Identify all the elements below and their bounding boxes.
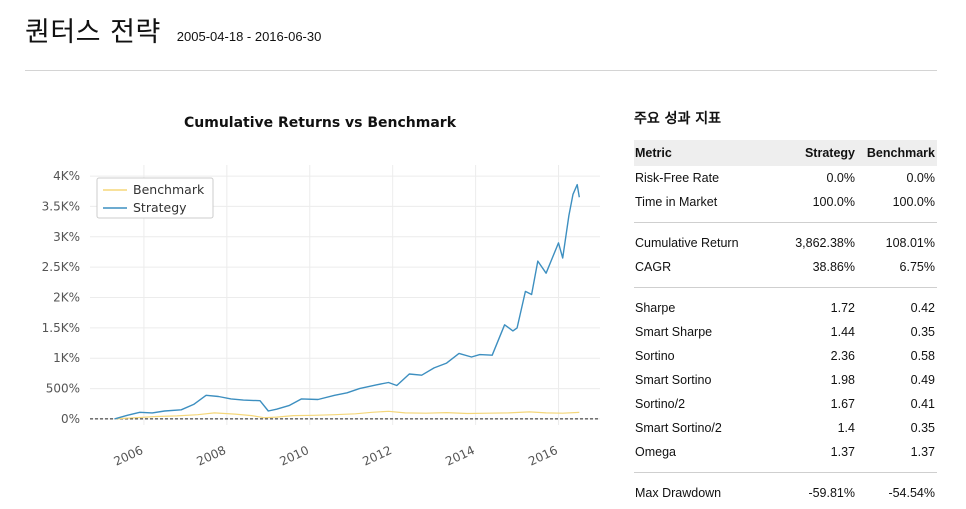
metric-row: Omega 1.37 1.37 [634, 440, 937, 464]
strategy-value: 3,862.38% [795, 236, 855, 250]
benchmark-value: 0.49 [910, 373, 935, 387]
strategy-column-header: Strategy [804, 146, 855, 160]
metric-name: Sortino/2 [635, 397, 686, 411]
legend-label: Benchmark [133, 182, 205, 197]
metrics-group-divider [634, 464, 937, 473]
metric-name: CAGR [635, 260, 672, 274]
strategy-value: 1.67 [830, 397, 855, 411]
y-tick-label: 2K% [53, 291, 80, 305]
y-tick-label: 0% [61, 412, 80, 426]
benchmark-value: 0.41 [910, 397, 935, 411]
metric-name: Omega [635, 445, 676, 459]
benchmark-column-header: Benchmark [866, 146, 935, 160]
header-divider [25, 70, 937, 71]
metric-row: Sortino 2.36 0.58 [634, 344, 937, 368]
strategy-value: 1.98 [830, 373, 855, 387]
strategy-value: 1.4 [837, 421, 855, 435]
strategy-value: 0.0% [826, 171, 856, 185]
metric-name: Smart Sortino/2 [635, 421, 722, 435]
metric-row: Smart Sortino/2 1.4 0.35 [634, 416, 937, 440]
strategy-value: -59.81% [808, 486, 855, 500]
strategy-value: 38.86% [812, 260, 855, 274]
metric-name: Smart Sortino [635, 373, 712, 387]
strategy-value: 1.37 [830, 445, 855, 459]
metric-name: Risk-Free Rate [635, 171, 720, 185]
metric-row: Smart Sharpe 1.44 0.35 [634, 320, 937, 344]
x-tick-label: 2006 [112, 443, 146, 469]
metrics-panel: 주요 성과 지표 Metric Strategy Benchmark Risk-… [634, 108, 937, 505]
x-tick-label: 2010 [277, 443, 311, 469]
benchmark-value: 1.37 [910, 445, 935, 459]
report-header: 퀀터스 전략 2005-04-18 - 2016-06-30 [25, 10, 321, 50]
metrics-table-body: Risk-Free Rate 0.0% 0.0% Time in Market 100.… [634, 166, 937, 505]
strategy-value: 100.0% [812, 195, 855, 209]
y-tick-label: 3K% [53, 230, 80, 244]
metric-row: Cumulative Return 3,862.38% 108.01% [634, 231, 937, 255]
benchmark-value: 0.42 [910, 301, 935, 315]
y-tick-label: 2.5K% [42, 260, 80, 274]
benchmark-value: 6.75% [899, 260, 935, 274]
series-line-benchmark [114, 410, 580, 420]
strategy-value: 1.72 [830, 301, 855, 315]
metric-row: Max Drawdown -59.81% -54.54% [634, 481, 937, 505]
y-tick-label: 500% [46, 382, 80, 396]
benchmark-value: 108.01% [885, 236, 935, 250]
benchmark-value: 0.58 [910, 349, 935, 363]
metrics-group-divider [634, 214, 937, 223]
series-line-strategy [114, 183, 580, 420]
metric-name: Sortino [635, 349, 675, 363]
metric-name: Smart Sharpe [635, 325, 713, 339]
metric-column-header: Metric [635, 146, 672, 160]
benchmark-value: 0.35 [910, 325, 935, 339]
y-tick-label: 1K% [53, 351, 80, 365]
benchmark-value: 0.0% [906, 171, 936, 185]
x-tick-label: 2014 [443, 443, 477, 469]
metric-name: Time in Market [635, 195, 718, 209]
page-title: 퀀터스 전략 [25, 17, 161, 48]
chart-svg: Cumulative Returns vs Benchmark 0% 500% 1K… [42, 115, 600, 469]
metric-row: CAGR 38.86% 6.75% [634, 255, 937, 279]
metric-row: Smart Sortino 1.98 0.49 [634, 368, 937, 392]
legend-label: Strategy [133, 200, 187, 215]
strategy-value: 1.44 [830, 325, 855, 339]
benchmark-value: -54.54% [888, 486, 935, 500]
chart-title: Cumulative Returns vs Benchmark [184, 115, 457, 131]
benchmark-value: 100.0% [892, 195, 935, 209]
metric-name: Cumulative Return [635, 236, 739, 250]
metric-name: Sharpe [635, 301, 676, 315]
x-tick-label: 2016 [526, 443, 560, 469]
x-tick-label: 2008 [194, 443, 228, 469]
metrics-header-row: Metric Strategy Benchmark [634, 140, 937, 166]
y-tick-label: 4K% [53, 169, 80, 183]
metric-row: Sortino/2 1.67 0.41 [634, 392, 937, 416]
metrics-title: 주요 성과 지표 [634, 111, 722, 127]
y-tick-label: 1.5K% [42, 321, 80, 335]
metric-row: Sharpe 1.72 0.42 [634, 296, 937, 320]
strategy-value: 2.36 [830, 349, 855, 363]
x-tick-label: 2012 [360, 443, 394, 469]
metric-row: Risk-Free Rate 0.0% 0.0% [634, 166, 937, 190]
metric-row: Time in Market 100.0% 100.0% [634, 190, 937, 214]
cumulative-returns-chart: Cumulative Returns vs Benchmark 0% 500% 1K… [25, 100, 605, 509]
metrics-group-divider [634, 279, 937, 288]
y-tick-label: 3.5K% [42, 199, 80, 213]
metric-name: Max Drawdown [635, 486, 722, 500]
benchmark-value: 0.35 [910, 421, 935, 435]
date-range: 2005-04-18 - 2016-06-30 [176, 29, 322, 44]
